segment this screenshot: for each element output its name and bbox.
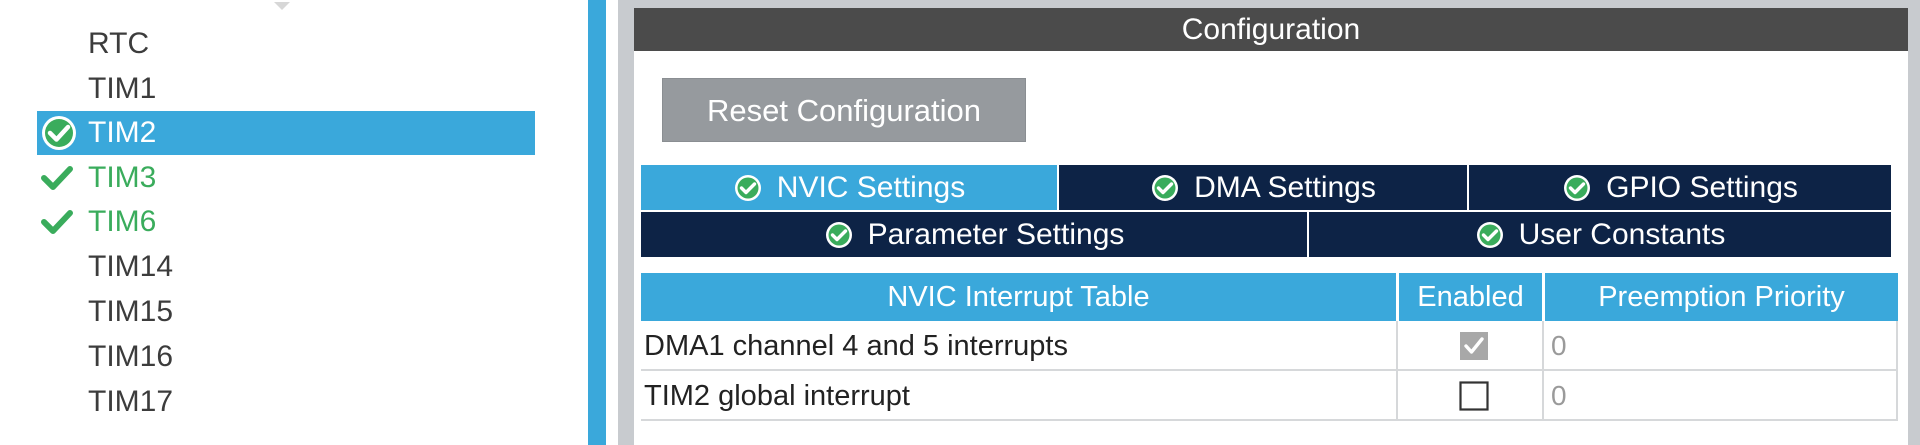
tree-item-label: TIM2 (88, 116, 157, 149)
panel-splitter[interactable] (588, 0, 606, 445)
configuration-panel: Configuration Reset Configuration NVIC S… (634, 8, 1908, 445)
enabled-checkbox-unchecked[interactable] (1459, 381, 1489, 411)
interrupt-name: TIM2 global interrupt (644, 380, 910, 412)
tree-item-label: TIM16 (88, 340, 174, 373)
tab-label: Parameter Settings (867, 217, 1125, 251)
tree-item-rtc[interactable]: RTC (37, 22, 535, 66)
tree-item-label: RTC (88, 27, 150, 60)
checkmark-icon (41, 166, 73, 190)
tree-item-label: TIM17 (88, 385, 174, 418)
tree-item-label: TIM1 (88, 72, 157, 105)
tree-item-tim14[interactable]: TIM14 (37, 245, 535, 289)
column-header-enabled[interactable]: Enabled (1399, 273, 1542, 321)
table-grid-line (1896, 321, 1898, 421)
tree-item-label: TIM3 (88, 161, 157, 194)
check-circle-icon (1152, 174, 1179, 201)
table-row[interactable]: DMA1 channel 4 and 5 interrupts 0 (641, 321, 1898, 371)
tab-nvic-settings[interactable]: NVIC Settings (641, 165, 1057, 210)
tab-parameter-settings[interactable]: Parameter Settings (641, 212, 1307, 257)
check-circle-icon (42, 116, 76, 150)
configuration-title: Configuration (634, 8, 1908, 51)
priority-value[interactable]: 0 (1551, 371, 1567, 421)
tree-item-tim16[interactable]: TIM16 (37, 335, 535, 379)
column-header-interrupt[interactable]: NVIC Interrupt Table (641, 273, 1396, 321)
check-circle-icon (825, 221, 852, 248)
tree-item-label: TIM15 (88, 295, 174, 328)
tree-item-tim17[interactable]: TIM17 (37, 380, 535, 424)
tree-item-label: TIM6 (88, 205, 157, 238)
tree-item-tim15[interactable]: TIM15 (37, 290, 535, 334)
tab-user-constants[interactable]: User Constants (1309, 212, 1891, 257)
tree-item-tim3[interactable]: TIM3 (37, 156, 535, 200)
tab-label: NVIC Settings (776, 170, 966, 204)
checkmark-icon (41, 210, 73, 234)
tab-gpio-settings[interactable]: GPIO Settings (1469, 165, 1891, 210)
tree-item-tim1[interactable]: TIM1 (37, 67, 535, 111)
tab-label: User Constants (1518, 217, 1726, 251)
check-circle-icon (1564, 174, 1591, 201)
tree-item-tim6[interactable]: TIM6 (37, 200, 535, 244)
peripheral-tree: RTC TIM1 TIM2 TIM3 TIM6 TIM14 TIM15 TIM1… (0, 0, 588, 445)
table-row[interactable]: TIM2 global interrupt 0 (641, 371, 1898, 421)
tab-dma-settings[interactable]: DMA Settings (1059, 165, 1467, 210)
reset-configuration-button[interactable]: Reset Configuration (662, 78, 1026, 142)
column-header-preemption-priority[interactable]: Preemption Priority (1545, 273, 1898, 321)
enabled-checkbox-checked[interactable] (1459, 331, 1489, 361)
scroll-up-arrow-icon[interactable] (272, 0, 292, 12)
tab-label: DMA Settings (1194, 170, 1376, 204)
table-grid-line (1396, 321, 1398, 421)
priority-value[interactable]: 0 (1551, 321, 1567, 371)
tree-item-label: TIM14 (88, 250, 174, 283)
splitter-gap (606, 0, 618, 445)
check-circle-icon (1476, 221, 1503, 248)
check-circle-icon (734, 174, 761, 201)
table-grid-line (1542, 321, 1544, 421)
tree-item-tim2[interactable]: TIM2 (37, 111, 535, 155)
tab-label: GPIO Settings (1606, 170, 1798, 204)
interrupt-name: DMA1 channel 4 and 5 interrupts (644, 330, 1068, 362)
